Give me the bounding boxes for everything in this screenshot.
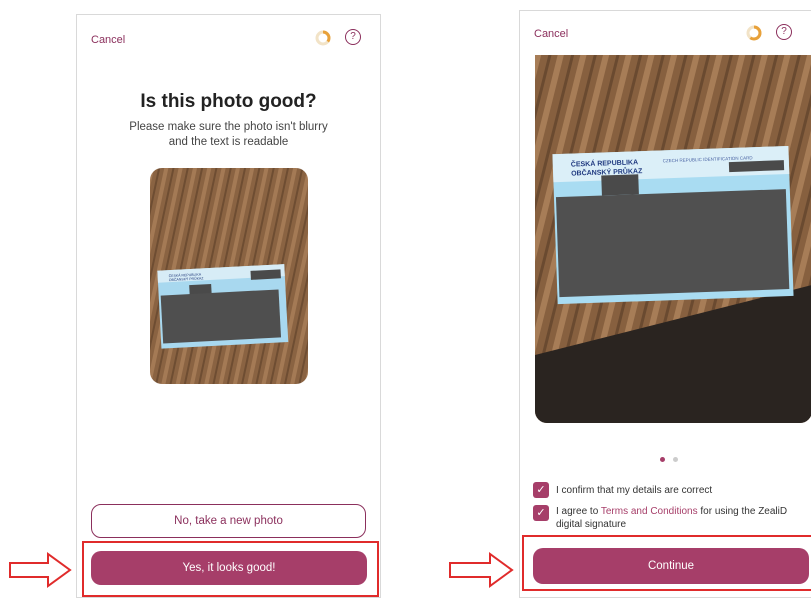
carousel-dot[interactable]	[673, 457, 678, 462]
page-title: Is this photo good?	[140, 91, 317, 112]
progress-ring-icon	[746, 25, 762, 41]
carousel-dots	[660, 457, 678, 462]
confirm-details-screen: Cancel ? ČESKÁ REPUBLIKA OBČANSKÝ PRŮKAZ	[519, 10, 811, 598]
retake-photo-button[interactable]: No, take a new photo	[91, 504, 366, 538]
checkmark-icon: ✓	[536, 484, 546, 496]
terms-row[interactable]: ✓ I agree to Terms and Conditions for us…	[533, 505, 803, 531]
subtitle-line: Please make sure the photo isn't blurry	[129, 121, 328, 133]
page-subtitle: Please make sure the photo isn't blurry …	[107, 120, 350, 150]
checkmark-icon: ✓	[536, 507, 546, 519]
continue-button[interactable]: Continue	[533, 548, 809, 584]
cancel-link[interactable]: Cancel	[91, 34, 125, 46]
terms-checkbox[interactable]: ✓	[533, 505, 549, 521]
carousel-dot[interactable]	[660, 457, 665, 462]
confirm-details-checkbox[interactable]: ✓	[533, 482, 549, 498]
captured-photo: ČESKÁ REPUBLIKA OBČANSKÝ PRŮKAZ	[150, 168, 308, 384]
confirm-details-row[interactable]: ✓ I confirm that my details are correct	[533, 482, 803, 498]
terms-link[interactable]: Terms and Conditions	[601, 506, 698, 517]
captured-photo: ČESKÁ REPUBLIKA OBČANSKÝ PRŮKAZ CZECH RE…	[535, 55, 811, 423]
top-bar: Cancel ?	[520, 11, 811, 51]
cancel-link[interactable]: Cancel	[534, 28, 568, 40]
help-icon[interactable]: ?	[776, 24, 792, 40]
confirm-details-label: I confirm that my details are correct	[556, 485, 713, 496]
top-bar: Cancel ?	[77, 15, 380, 55]
terms-label: I agree to Terms and Conditions for usin…	[556, 505, 803, 531]
id-card-photo-image: ČESKÁ REPUBLIKA OBČANSKÝ PRŮKAZ CZECH RE…	[535, 55, 811, 423]
right-arrow-icon	[9, 552, 72, 588]
id-card-photo-image: ČESKÁ REPUBLIKA OBČANSKÝ PRŮKAZ	[150, 168, 308, 384]
confirm-photo-button[interactable]: Yes, it looks good!	[91, 551, 367, 585]
subtitle-line: and the text is readable	[168, 136, 289, 148]
help-icon[interactable]: ?	[345, 29, 361, 45]
terms-prefix: I agree to	[556, 506, 599, 517]
right-arrow-icon	[449, 552, 514, 588]
photo-review-screen: Cancel ? Is this photo good? Please make…	[76, 14, 381, 598]
progress-ring-icon	[315, 30, 331, 46]
